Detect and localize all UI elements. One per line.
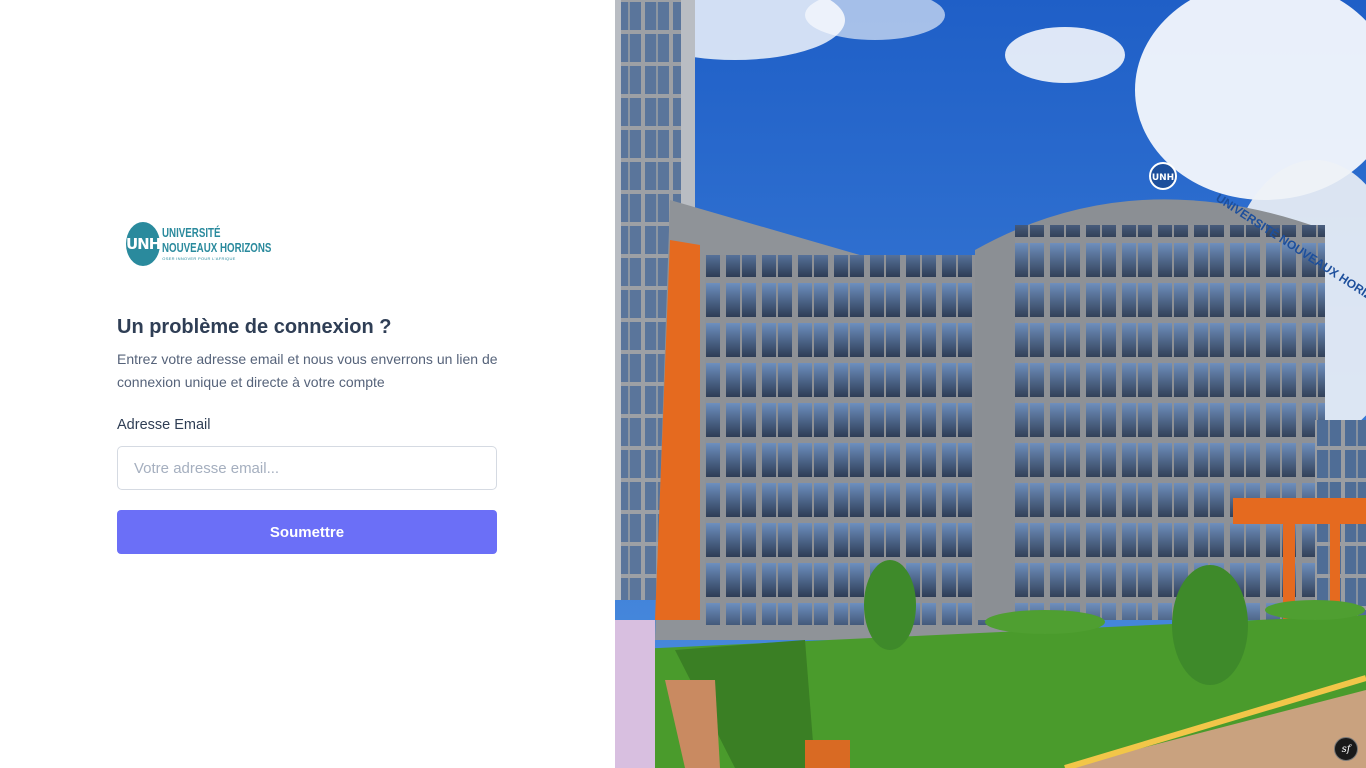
campus-photo-panel: UNH UNIVERSITÉ NOUVEAUX HORIZONS sf (615, 0, 1366, 768)
email-label: Adresse Email (117, 417, 211, 433)
building-monogram-text: UNH (1152, 173, 1174, 183)
page: UNH UNIVERSITÉ NOUVEAUX HORIZONS OSER IN… (0, 0, 1366, 768)
university-logo: UNH UNIVERSITÉ NOUVEAUX HORIZONS OSER IN… (126, 221, 296, 267)
logo-name-line2: NOUVEAUX HORIZONS (162, 240, 272, 255)
symfony-icon[interactable]: sf (1334, 737, 1358, 761)
login-panel: UNH UNIVERSITÉ NOUVEAUX HORIZONS OSER IN… (0, 0, 615, 768)
page-description: Entrez votre adresse email et nous vous … (117, 351, 498, 390)
campus-building-photo: UNH UNIVERSITÉ NOUVEAUX HORIZONS (615, 0, 1366, 768)
logo-tagline: OSER INNOVER POUR L'AFRIQUE (162, 256, 236, 261)
logo-wordmark: UNIVERSITÉ NOUVEAUX HORIZONS OSER INNOVE… (162, 227, 302, 261)
logo-name-line1: UNIVERSITÉ (162, 226, 221, 240)
page-title: Un problème de connexion ? (117, 316, 392, 338)
logo-monogram: UNH (126, 222, 161, 266)
email-field[interactable] (117, 446, 497, 490)
submit-button[interactable]: Soumettre (117, 510, 497, 554)
